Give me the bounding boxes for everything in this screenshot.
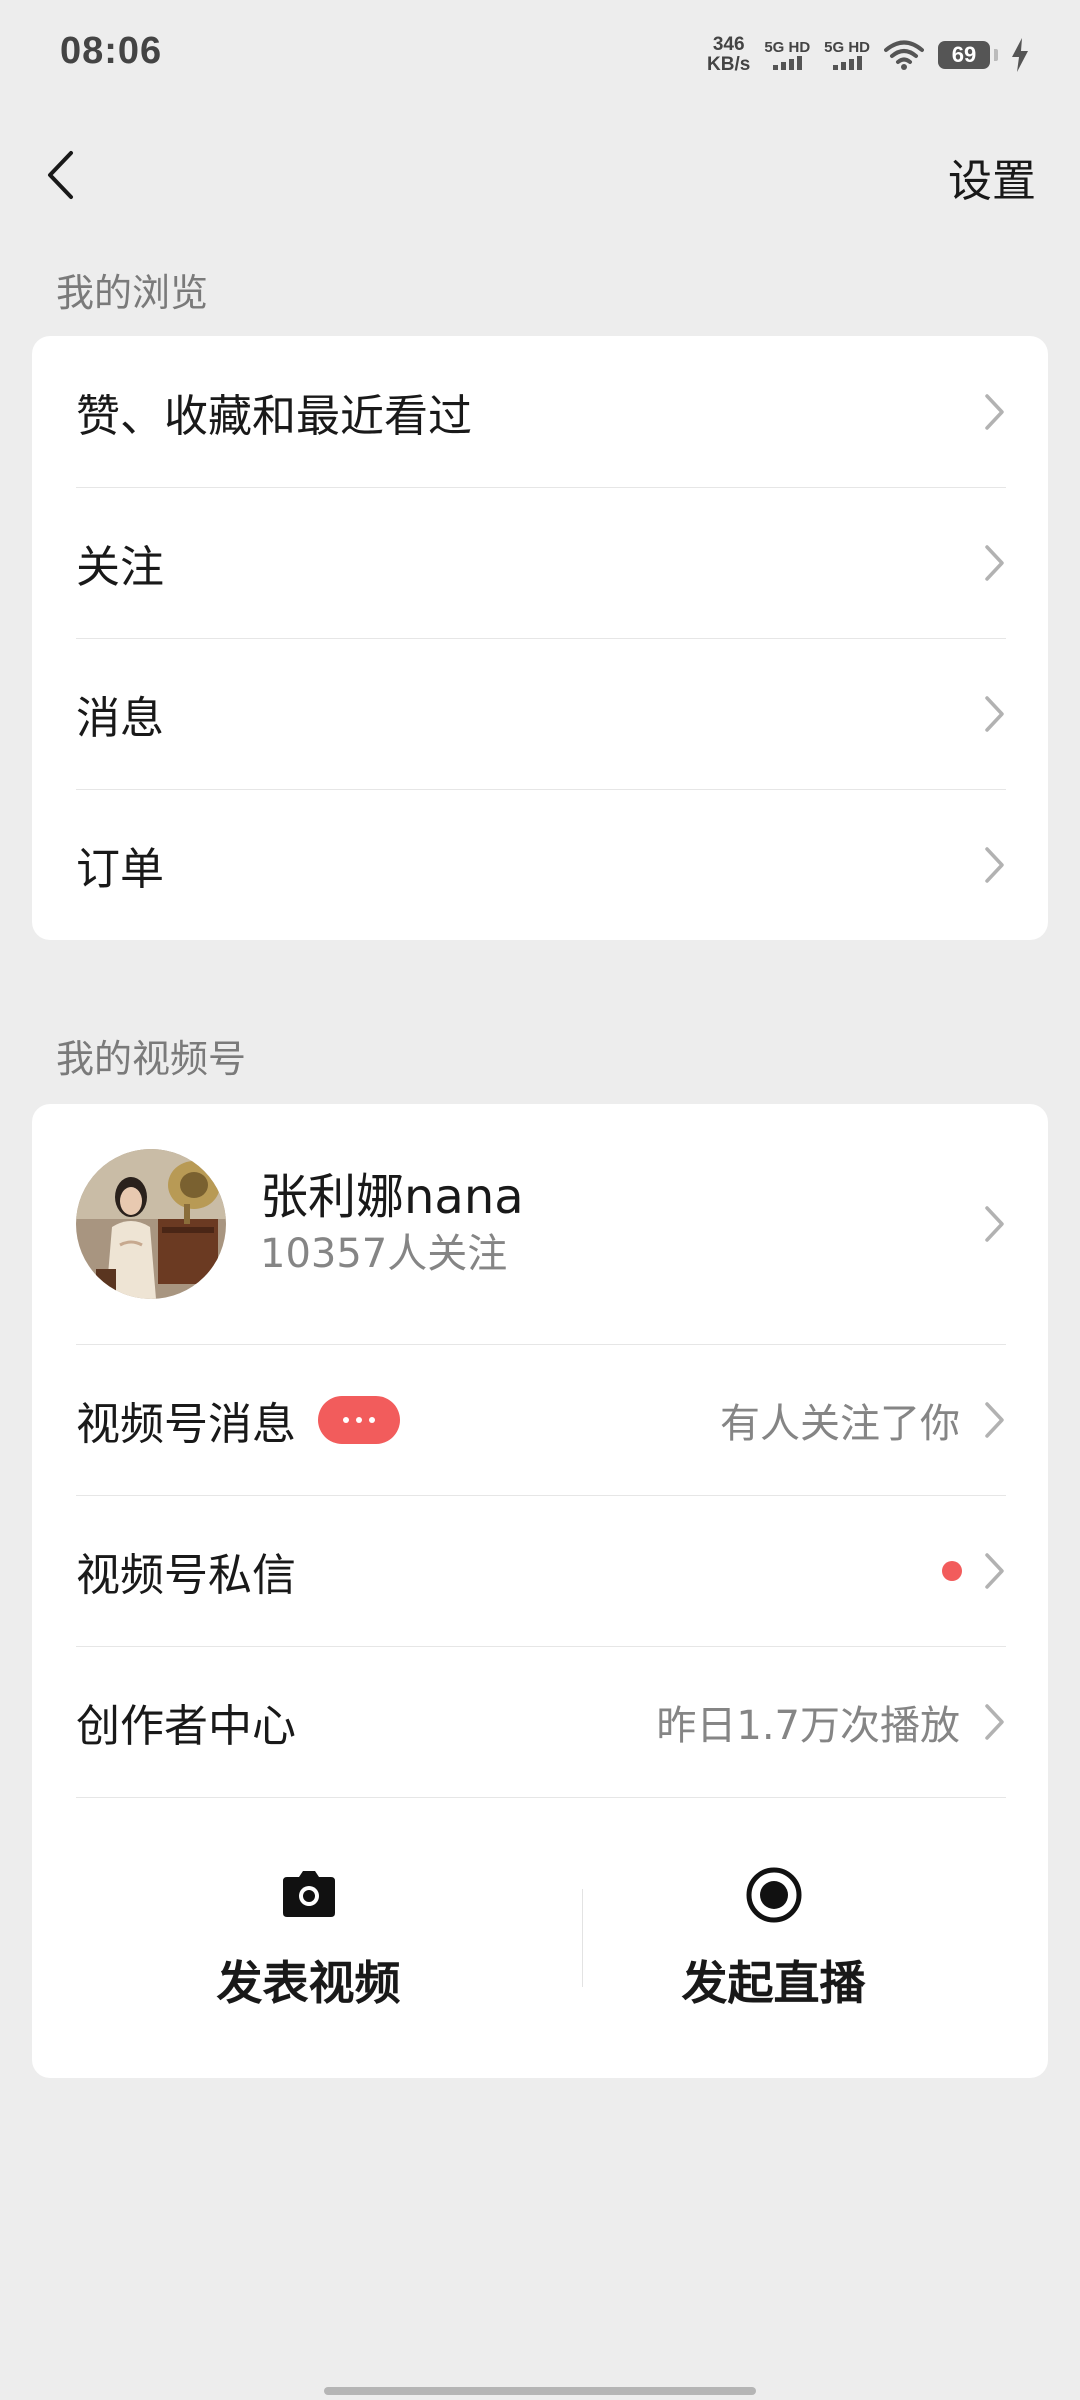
nav-bar: 设置 xyxy=(0,120,1080,230)
chevron-right-icon xyxy=(985,1552,1004,1589)
camera-icon xyxy=(282,1871,335,1917)
row-label: 关注 xyxy=(76,541,164,593)
battery-icon: 69 xyxy=(938,41,998,69)
battery-level: 69 xyxy=(938,41,998,69)
wifi-icon xyxy=(884,40,924,70)
channels-card: 张利娜nana 10357人关注 视频号消息 有人关注了你 视频号私信 创作者中… xyxy=(32,1104,1048,2078)
settings-button[interactable]: 设置 xyxy=(948,145,1036,209)
live-record-icon xyxy=(746,1867,801,1923)
section-title-browse: 我的浏览 xyxy=(56,271,209,315)
chevron-right-icon xyxy=(985,695,1004,732)
row-detail: 昨日1.7万次播放 xyxy=(656,1702,960,1749)
row-messages[interactable]: 消息 xyxy=(76,638,1006,789)
row-following[interactable]: 关注 xyxy=(76,487,1006,638)
row-label: 订单 xyxy=(76,843,164,895)
row-label: 视频号私信 xyxy=(76,1549,296,1601)
chevron-right-icon xyxy=(985,544,1004,581)
row-channel-messages[interactable]: 视频号消息 有人关注了你 xyxy=(76,1344,1006,1495)
chevron-right-icon xyxy=(985,1206,1004,1242)
profile-followers: 10357人关注 xyxy=(260,1231,508,1277)
home-indicator[interactable] xyxy=(324,2387,756,2395)
unread-dot xyxy=(942,1560,962,1581)
chevron-right-icon xyxy=(985,393,1004,430)
avatar xyxy=(76,1149,226,1299)
profile-name: 张利娜nana xyxy=(260,1169,524,1225)
chevron-right-icon xyxy=(985,1703,1004,1740)
network-speed-unit: KB/s xyxy=(707,54,751,75)
profile-row[interactable]: 张利娜nana 10357人关注 xyxy=(76,1104,1006,1344)
browse-card: 赞、收藏和最近看过 关注 消息 订单 xyxy=(32,336,1048,940)
more-badge xyxy=(318,1395,400,1444)
status-icons: 346 KB/s 5G HD 5G HD 69 xyxy=(707,30,1030,80)
network-speed-value: 346 xyxy=(712,34,745,55)
action-bar: 发表视频 发起直播 xyxy=(76,1797,1006,2077)
action-label: 发起直播 xyxy=(681,1956,866,2010)
chevron-right-icon xyxy=(985,846,1004,883)
row-label: 创作者中心 xyxy=(76,1700,296,1752)
start-live-button[interactable]: 发起直播 xyxy=(541,1797,1006,2077)
row-detail: 有人关注了你 xyxy=(720,1400,960,1447)
row-orders[interactable]: 订单 xyxy=(76,789,1006,940)
row-creator-center[interactable]: 创作者中心 昨日1.7万次播放 xyxy=(76,1646,1006,1797)
signal-sim1-icon: 5G HD xyxy=(764,40,810,70)
chevron-left-icon xyxy=(48,151,73,199)
post-video-button[interactable]: 发表视频 xyxy=(76,1797,541,2077)
row-likes-favorites-history[interactable]: 赞、收藏和最近看过 xyxy=(76,336,1006,487)
section-title-channels: 我的视频号 xyxy=(56,1037,247,1081)
row-label: 消息 xyxy=(76,692,164,744)
row-channel-private-messages[interactable]: 视频号私信 xyxy=(76,1495,1006,1646)
row-label: 视频号消息 xyxy=(76,1398,296,1450)
network-speed: 346 KB/s xyxy=(707,35,750,75)
action-label: 发表视频 xyxy=(216,1956,401,2010)
divider xyxy=(582,1889,583,1987)
signal-sim2-icon: 5G HD xyxy=(824,40,870,70)
charging-icon xyxy=(1012,38,1028,72)
status-time: 08:06 xyxy=(60,30,163,72)
back-button[interactable] xyxy=(30,142,90,208)
status-bar: 08:06 346 KB/s 5G HD 5G HD 69 xyxy=(0,0,1080,110)
chevron-right-icon xyxy=(985,1401,1004,1438)
profile-info: 张利娜nana 10357人关注 xyxy=(260,1167,984,1281)
row-label: 赞、收藏和最近看过 xyxy=(76,390,472,442)
